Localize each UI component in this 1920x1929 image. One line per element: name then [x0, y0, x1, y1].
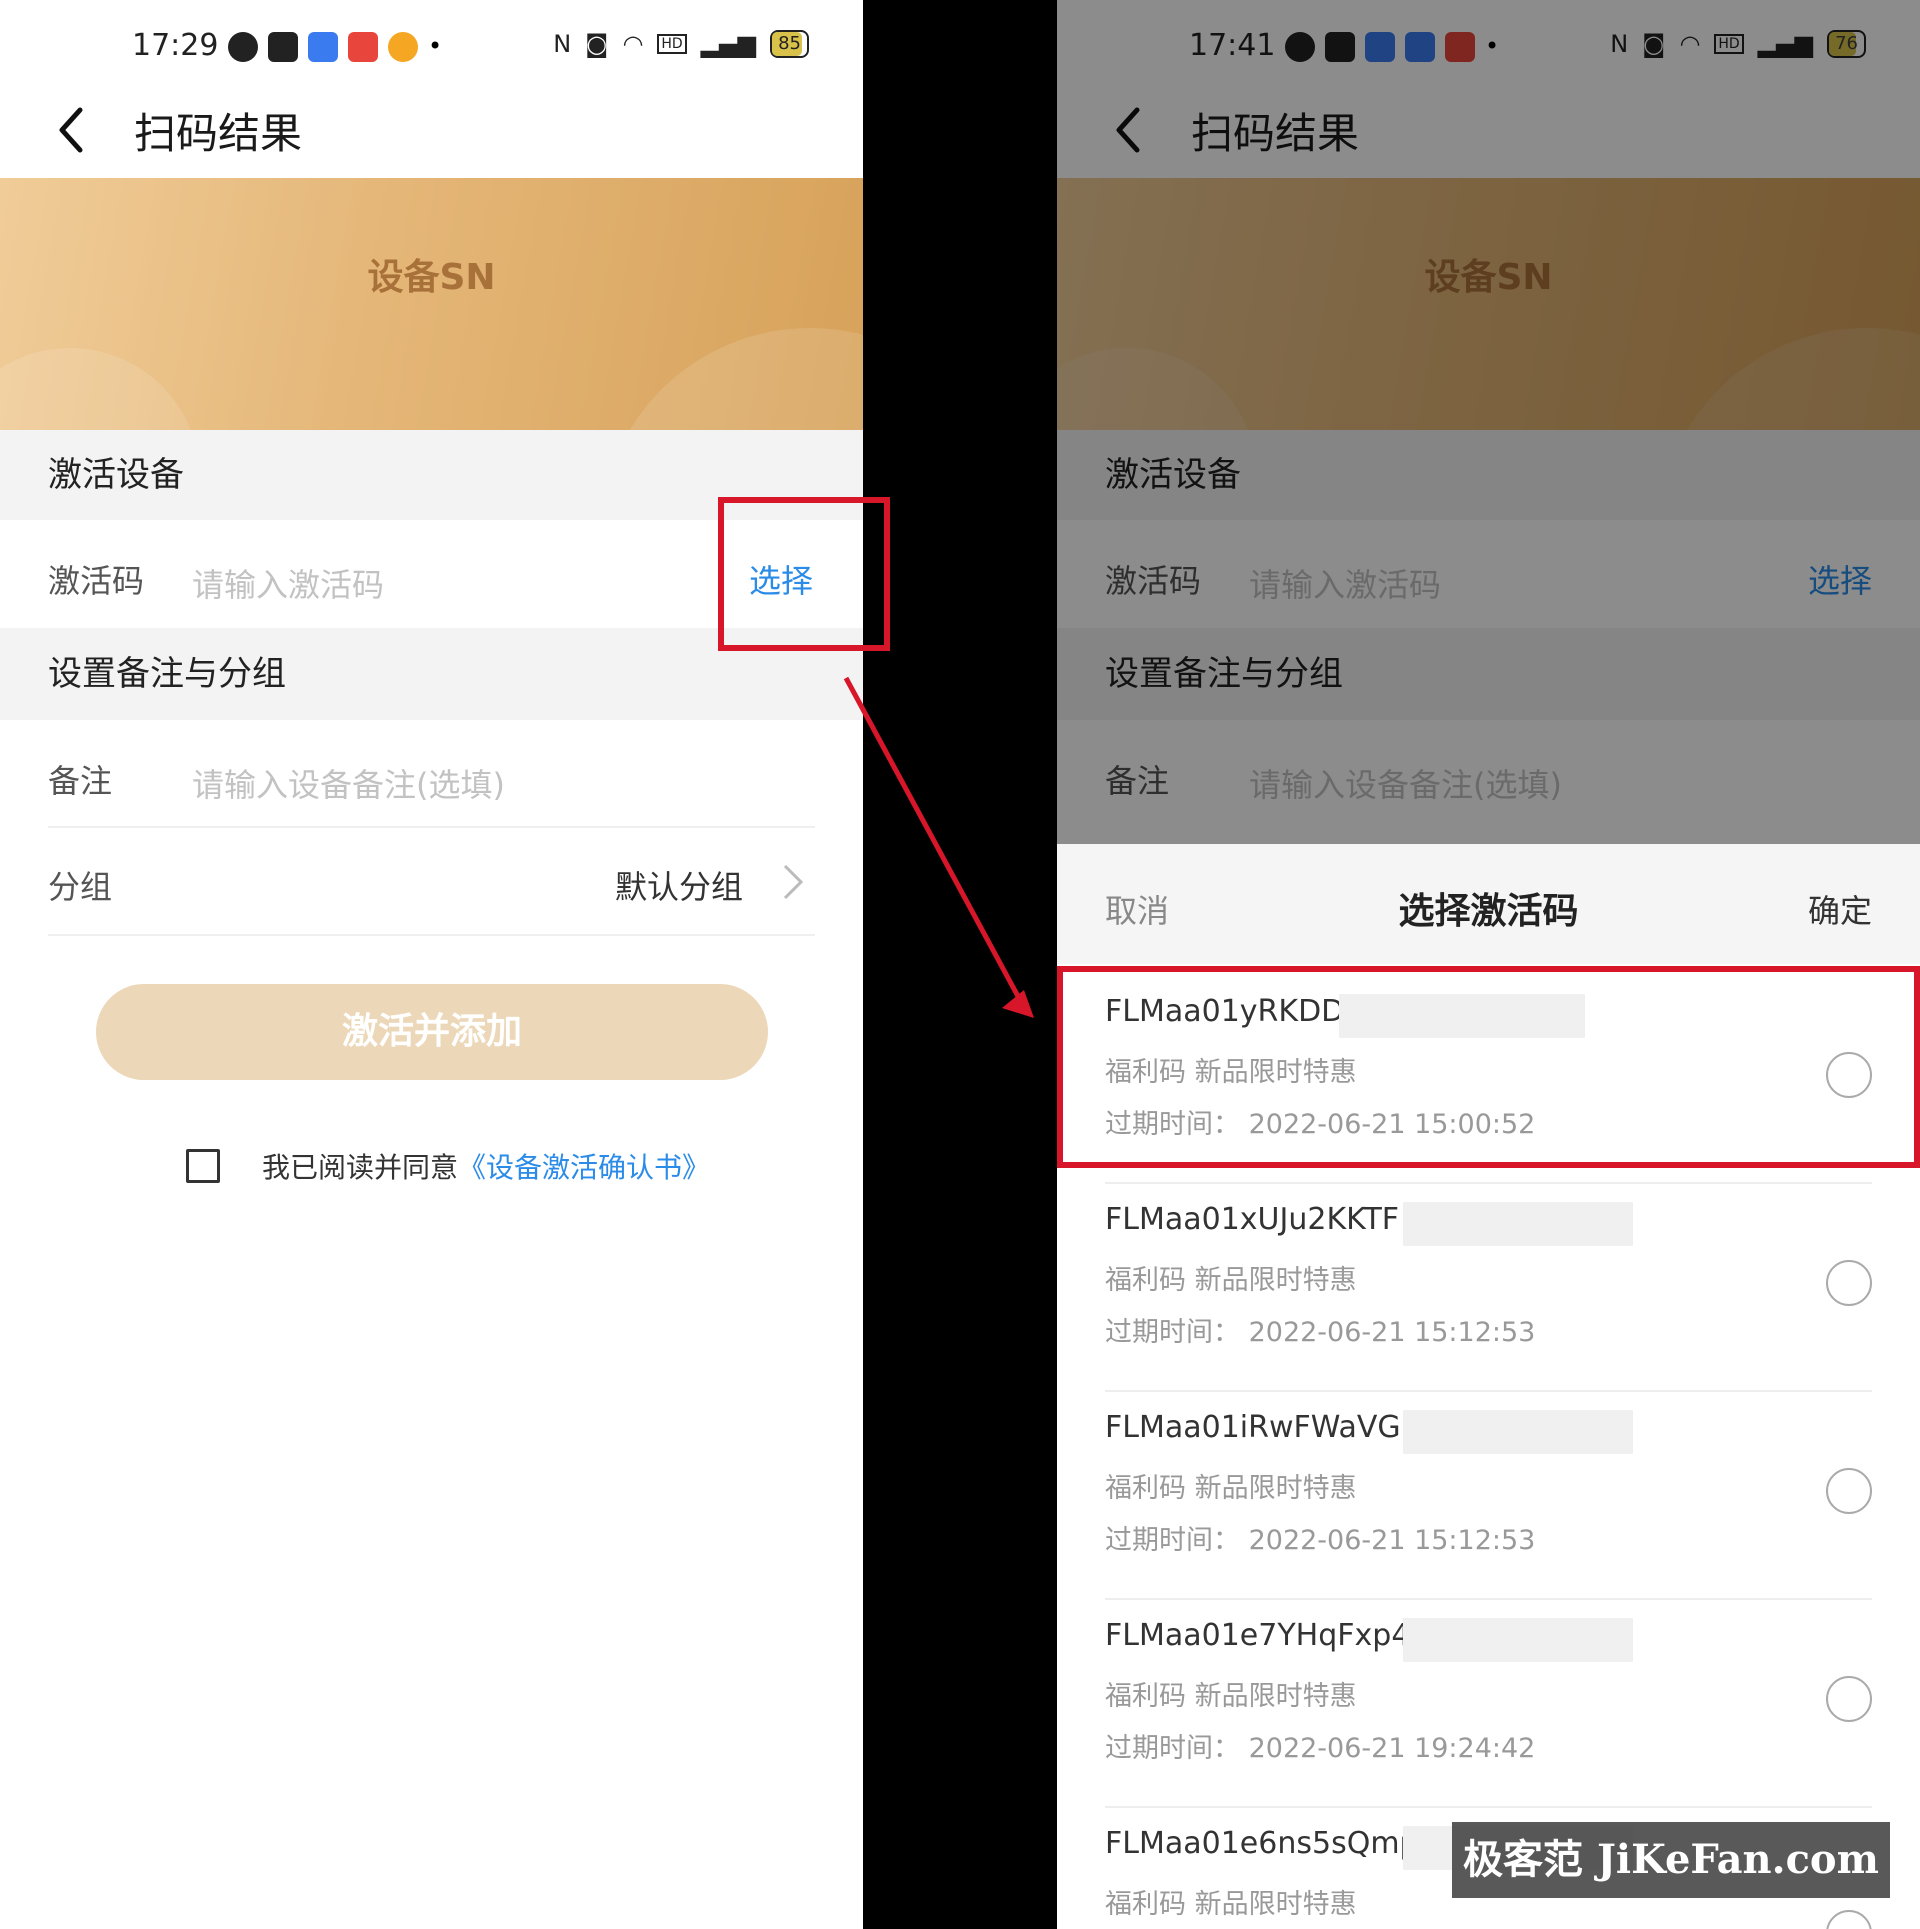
group-row[interactable]: 分组 默认分组 — [0, 828, 863, 934]
code-tag: 福利码 新品限时特惠 — [1105, 1681, 1357, 1712]
toutiao-icon — [348, 32, 378, 62]
more-dot-icon: • — [428, 32, 443, 60]
battery-icon: 85 — [770, 30, 809, 58]
hd-icon: HD — [657, 34, 687, 54]
wifi-icon: ◠ — [622, 30, 644, 58]
code-tag: 福利码 新品限时特惠 — [1105, 1889, 1357, 1920]
redaction-mask — [1403, 1410, 1633, 1454]
right-phone-screen: 17:41 • N ◙ ◠ HD ▂▄▆ 76 扫码结果 设备SN 激活设备 激… — [1057, 0, 1920, 1929]
wechat-icon — [228, 32, 258, 62]
code-value: FLMaa01xUJu2KKTF — [1105, 1202, 1400, 1237]
notification-icons: • — [228, 32, 442, 62]
watermark: 极客范 JiKeFan.com — [1452, 1822, 1890, 1898]
message-icon — [308, 32, 338, 62]
back-arrow-icon[interactable] — [52, 102, 92, 158]
activation-code-input[interactable]: 请输入激活码 — [192, 560, 384, 606]
redaction-mask — [1403, 1618, 1633, 1662]
redaction-mask — [1403, 1202, 1633, 1246]
activation-code-label: 激活码 — [48, 562, 145, 600]
code-tag: 福利码 新品限时特惠 — [1105, 1473, 1357, 1504]
code-radio[interactable] — [1826, 1910, 1872, 1929]
nfc-icon: N — [553, 30, 572, 58]
group-value: 默认分组 — [614, 868, 743, 906]
code-value: FLMaa01e7YHqFxp4 — [1105, 1618, 1411, 1653]
remark-row: 备注 请输入设备备注(选填) — [0, 720, 863, 828]
page-title: 扫码结果 — [134, 109, 303, 158]
modal-backdrop[interactable] — [1057, 0, 1920, 844]
code-expire: 过期时间： 2022-06-21 15:12:53 — [1105, 1317, 1536, 1348]
code-radio[interactable] — [1826, 1468, 1872, 1514]
weibo-icon — [388, 32, 418, 62]
code-list-item[interactable]: FLMaa01e7YHqFxp4 福利码 新品限时特惠 过期时间： 2022-0… — [1057, 1596, 1920, 1804]
camera-icon: ◙ — [585, 30, 609, 58]
code-radio[interactable] — [1826, 1260, 1872, 1306]
code-radio[interactable] — [1826, 1676, 1872, 1722]
code-list-item[interactable]: FLMaa01xUJu2KKTF 福利码 新品限时特惠 过期时间： 2022-0… — [1057, 1180, 1920, 1388]
activate-and-add-button[interactable]: 激活并添加 — [96, 984, 768, 1080]
highlight-box-first-code — [1057, 966, 1920, 1168]
system-icons: N ◙ ◠ HD ▂▄▆ 85 — [553, 30, 809, 58]
device-sn-banner: 设备SN — [0, 178, 863, 430]
page-header: 扫码结果 — [0, 96, 863, 178]
code-value: FLMaa01e6ns5sQmp — [1105, 1826, 1419, 1861]
agreement-checkbox[interactable] — [186, 1149, 220, 1183]
highlight-box-select — [718, 497, 890, 651]
code-value: FLMaa01iRwFWaVGU — [1105, 1410, 1423, 1445]
chevron-right-icon — [783, 864, 804, 900]
divider — [48, 934, 815, 936]
agreement-link[interactable]: 《设备激活确认书》 — [458, 1146, 710, 1186]
remark-label: 备注 — [48, 762, 113, 800]
remark-input[interactable]: 请输入设备备注(选填) — [192, 760, 505, 806]
status-bar: 17:29 • N ◙ ◠ HD ▂▄▆ 85 — [0, 0, 863, 100]
app-icon — [268, 32, 298, 62]
left-phone-screen: 17:29 • N ◙ ◠ HD ▂▄▆ 85 扫码结果 设备SN 激活设备 激… — [0, 0, 863, 1929]
code-expire: 过期时间： 2022-06-21 19:24:42 — [1105, 1733, 1536, 1764]
signal-icon: ▂▄▆ — [700, 30, 757, 58]
confirm-button[interactable]: 确定 — [1808, 886, 1872, 932]
code-tag: 福利码 新品限时特惠 — [1105, 1265, 1357, 1296]
sheet-title: 选择激活码 — [1398, 891, 1579, 932]
code-list-item[interactable]: FLMaa01iRwFWaVGU 福利码 新品限时特惠 过期时间： 2022-0… — [1057, 1388, 1920, 1596]
device-sn-title: 设备SN — [367, 257, 496, 298]
group-label: 分组 — [48, 868, 113, 906]
sheet-header: 取消 选择激活码 确定 — [1057, 844, 1920, 964]
status-time: 17:29 — [132, 28, 219, 63]
agreement-row: 我已阅读并同意 《设备激活确认书》 — [186, 1146, 710, 1186]
agreement-text: 我已阅读并同意 — [262, 1151, 459, 1184]
code-expire: 过期时间： 2022-06-21 15:12:53 — [1105, 1525, 1536, 1556]
